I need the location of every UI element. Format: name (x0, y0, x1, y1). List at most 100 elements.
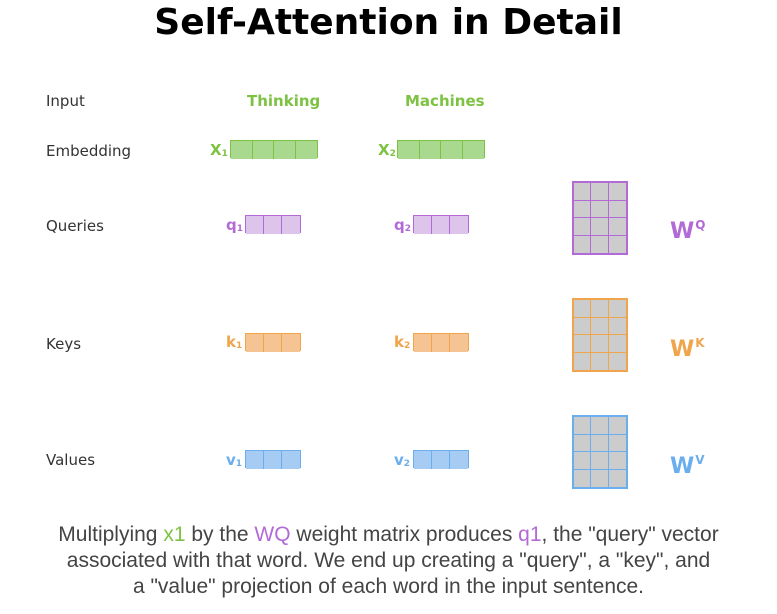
vector-cell (246, 216, 264, 234)
caption-text: weight matrix produces (290, 523, 519, 546)
matrix-cell (608, 434, 626, 452)
caption-x1: x1 (163, 523, 186, 546)
weight-label-wk: WK (670, 336, 705, 362)
matrix-cell (608, 335, 626, 353)
embedding-vector-x2 (397, 140, 485, 159)
matrix-cell (574, 469, 592, 487)
key-label-k1: k1 (226, 333, 243, 351)
matrix-cell (574, 183, 592, 201)
matrix-cell (574, 417, 592, 435)
slide: Self-Attention in Detail Input Embedding… (0, 0, 777, 614)
caption: Multiplying x1 by the WQ weight matrix p… (0, 522, 777, 600)
matrix-cell (574, 452, 592, 470)
matrix-cell (574, 352, 592, 370)
matrix-cell (608, 469, 626, 487)
query-label-q1: q1 (226, 216, 244, 234)
matrix-cell (574, 335, 592, 353)
vector-cell (450, 334, 468, 352)
embedding-label-x1: X1 (210, 141, 228, 159)
matrix-cell (574, 300, 592, 318)
matrix-cell (574, 235, 592, 253)
vector-cell (441, 141, 463, 159)
matrix-cell (574, 317, 592, 335)
matrix-cell (591, 352, 609, 370)
matrix-cell (591, 218, 609, 236)
vector-cell (432, 216, 450, 234)
vector-cell (264, 334, 282, 352)
vector-cell (282, 216, 300, 234)
matrix-cell (591, 434, 609, 452)
matrix-cell (591, 335, 609, 353)
caption-line-2: associated with that word. We end up cre… (66, 549, 711, 572)
caption-wq: WQ (254, 523, 291, 546)
vector-cell (282, 334, 300, 352)
value-label-v1: v1 (226, 451, 243, 469)
input-word-thinking: Thinking (247, 92, 321, 110)
matrix-cell (608, 417, 626, 435)
vector-cell (274, 141, 296, 159)
vector-cell (264, 216, 282, 234)
weight-label-wq: WQ (670, 218, 706, 244)
value-vector-v1 (245, 450, 301, 469)
key-vector-k1 (245, 333, 301, 352)
matrix-cell (591, 183, 609, 201)
weight-label-wv: WV (670, 453, 705, 479)
row-label-values: Values (46, 451, 96, 469)
caption-line-1: Multiplying x1 by the WQ weight matrix p… (0, 522, 777, 548)
matrix-cell (574, 434, 592, 452)
query-label-q2: q2 (394, 216, 412, 234)
vector-cell (419, 141, 441, 159)
vector-cell (432, 451, 450, 469)
query-vector-q2 (413, 215, 469, 234)
matrix-cell (608, 317, 626, 335)
matrix-cell (608, 200, 626, 218)
row-label-input: Input (46, 92, 85, 110)
matrix-cell (591, 417, 609, 435)
matrix-cell (591, 317, 609, 335)
vector-cell (282, 451, 300, 469)
vector-cell (264, 451, 282, 469)
embedding-vector-x1 (230, 140, 318, 159)
vector-cell (295, 141, 317, 159)
matrix-cell (574, 200, 592, 218)
value-vector-v2 (413, 450, 469, 469)
matrix-cell (574, 218, 592, 236)
row-label-queries: Queries (46, 217, 104, 235)
matrix-cell (608, 352, 626, 370)
vector-cell (432, 334, 450, 352)
vector-cell (450, 216, 468, 234)
weight-matrix-wv (572, 415, 628, 489)
caption-text: , the "query" vector (541, 523, 719, 546)
matrix-cell (591, 200, 609, 218)
vector-cell (398, 141, 420, 159)
vector-cell (246, 451, 264, 469)
matrix-cell (608, 183, 626, 201)
embedding-label-x2: X2 (378, 141, 396, 159)
key-vector-k2 (413, 333, 469, 352)
matrix-cell (608, 452, 626, 470)
query-vector-q1 (245, 215, 301, 234)
weight-matrix-wq (572, 181, 628, 255)
value-label-v2: v2 (394, 451, 411, 469)
matrix-cell (591, 300, 609, 318)
vector-cell (246, 334, 264, 352)
weight-matrix-wk (572, 298, 628, 372)
matrix-cell (591, 452, 609, 470)
vector-cell (450, 451, 468, 469)
caption-text: Multiplying (58, 523, 164, 546)
vector-cell (414, 334, 432, 352)
vector-cell (414, 451, 432, 469)
vector-cell (252, 141, 274, 159)
input-word-machines: Machines (405, 92, 485, 110)
caption-text: by the (185, 523, 255, 546)
row-label-keys: Keys (46, 335, 82, 353)
row-label-embedding: Embedding (46, 142, 132, 160)
caption-q1: q1 (518, 523, 542, 546)
vector-cell (231, 141, 253, 159)
matrix-cell (608, 235, 626, 253)
vector-cell (462, 141, 484, 159)
vector-cell (414, 216, 432, 234)
matrix-cell (591, 235, 609, 253)
matrix-cell (608, 300, 626, 318)
slide-title: Self-Attention in Detail (154, 2, 623, 43)
